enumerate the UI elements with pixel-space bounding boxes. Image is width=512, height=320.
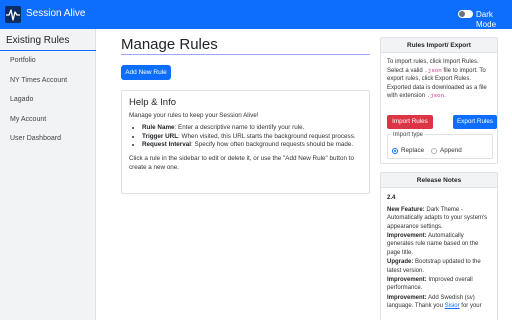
dark-mode-label: Dark Mode <box>476 10 497 29</box>
replace-radio[interactable] <box>392 148 398 154</box>
sidebar: Existing Rules Portfolio NY Times Accoun… <box>0 29 96 320</box>
help-desc: : Specify how often background requests … <box>191 141 354 149</box>
help-term: Trigger URL <box>142 132 179 140</box>
export-desc-end: . <box>444 93 446 100</box>
append-label[interactable]: Append <box>440 147 462 155</box>
release-note-item: Improvement: Add Swedish (sv) language. … <box>387 294 491 311</box>
release-note-item: Improvement: Automatically generates rul… <box>387 232 491 258</box>
export-rules-button[interactable]: Export Rules <box>453 115 497 129</box>
help-desc: : Enter a descriptive name to identify y… <box>174 123 305 131</box>
help-term: Rule Name <box>142 123 175 131</box>
page-title: Manage Rules <box>121 36 218 53</box>
import-type-group: Import type Replace Append <box>387 131 493 159</box>
title-divider <box>121 54 370 55</box>
help-item: Rule Name: Enter a descriptive name to i… <box>142 124 362 133</box>
help-info-card: Help & Info Manage your rules to keep yo… <box>121 90 370 194</box>
sidebar-item-portfolio[interactable]: Portfolio <box>0 51 95 71</box>
sidebar-item-user-dashboard[interactable]: User Dashboard <box>0 129 95 149</box>
help-intro: Manage your rules to keep your Session A… <box>129 112 259 119</box>
release-note-term: Improvement: <box>387 232 427 239</box>
help-item: Request Interval: Specify how often back… <box>142 141 362 150</box>
app-name: Session Alive <box>26 8 86 19</box>
release-note-desc-end: for your <box>459 303 482 310</box>
append-radio[interactable] <box>431 148 437 154</box>
help-item: Trigger URL: When visited, this URL star… <box>142 133 362 142</box>
release-notes-title: Release Notes <box>381 173 497 188</box>
dark-mode-toggle[interactable] <box>458 10 473 18</box>
help-list: Rule Name: Enter a descriptive name to i… <box>129 124 362 150</box>
sidebar-item-ny-times-account[interactable]: NY Times Account <box>0 71 95 91</box>
sidebar-item-lagado[interactable]: Lagado <box>0 90 95 110</box>
add-new-rule-button[interactable]: Add New Rule <box>121 65 171 80</box>
import-rules-button[interactable]: Import Rules <box>387 115 433 129</box>
release-note-term: Improvement: <box>387 276 427 283</box>
sidebar-title: Existing Rules <box>6 35 70 46</box>
rules-list: Portfolio NY Times Account Lagado My Acc… <box>0 51 95 149</box>
top-navbar: Session Alive Dark Mode <box>0 0 512 29</box>
replace-label[interactable]: Replace <box>401 147 424 155</box>
help-title: Help & Info <box>129 97 176 108</box>
import-export-description: To import rules, click Import Rules. Sel… <box>381 53 497 101</box>
release-note-item: New Feature: Dark Theme - Automatically … <box>387 206 491 232</box>
import-desc-end: file to import. <box>441 67 478 74</box>
help-desc: : When visited, this URL starts the back… <box>178 132 356 140</box>
release-notes-body[interactable]: 2.4 New Feature: Dark Theme - Automatica… <box>381 188 497 311</box>
release-note-term: Improvement: <box>387 294 427 301</box>
release-version: 2.4 <box>387 195 396 201</box>
json-extension-code: .json <box>424 66 442 74</box>
import-export-card: Rules Import/ Export To import rules, cl… <box>380 37 498 164</box>
json-extension-code: .json <box>426 92 445 100</box>
help-term: Request Interval <box>142 141 191 149</box>
heartbeat-icon <box>5 6 21 23</box>
contributor-link[interactable]: Sisior <box>445 303 460 309</box>
release-note-term: New Feature: <box>387 206 425 213</box>
import-export-buttons: Import Rules Export Rules <box>387 115 497 129</box>
release-note-term: Upgrade: <box>387 259 414 266</box>
toggle-knob <box>459 11 465 17</box>
help-outro: Click a rule in the sidebar to edit or d… <box>129 155 354 171</box>
release-notes-card: Release Notes 2.4 New Feature: Dark Them… <box>380 172 498 320</box>
release-note-item: Improvement: Improved overall performanc… <box>387 276 491 293</box>
sidebar-item-my-account[interactable]: My Account <box>0 110 95 130</box>
import-type-label: Import type <box>391 131 426 139</box>
release-note-item: Upgrade: Bootstrap updated to the latest… <box>387 258 491 275</box>
import-export-title: Rules Import/ Export <box>381 38 497 53</box>
